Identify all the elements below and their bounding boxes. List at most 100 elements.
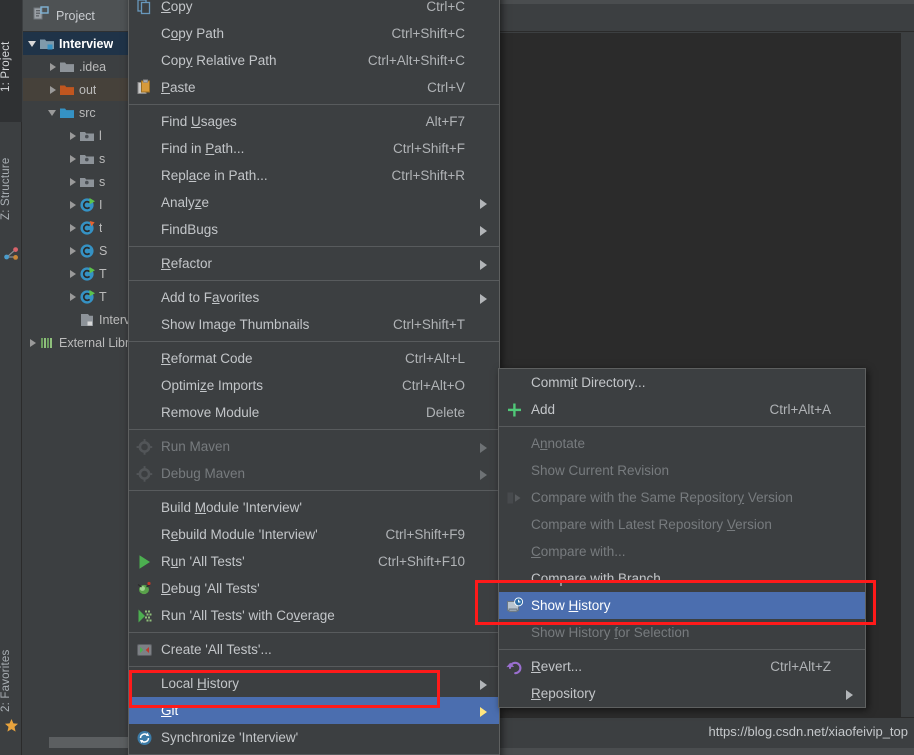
menu-item-run-all-tests-with-coverage[interactable]: Run 'All Tests' with Coverage [129,602,499,629]
add-plus-icon [506,401,523,418]
star-icon [4,718,19,733]
tree-row-label: l [99,128,102,143]
menu-item-show-image-thumbnails[interactable]: Show Image Thumbnails Ctrl+Shift+T [129,311,499,338]
tree-expand-collapse-icon[interactable] [67,199,79,211]
menu-arrow-spacer [845,405,855,415]
menu-item-commit-directory[interactable]: Commit Directory... [499,369,865,396]
tree-row-label: out [79,82,97,97]
menu-item-debug-all-tests[interactable]: Debug 'All Tests' [129,575,499,602]
menu-item-analyze[interactable]: Analyze [129,189,499,216]
project-context-menu[interactable]: Copy Ctrl+C Copy Path Ctrl+Shift+C Copy Rela… [128,0,500,755]
menu-item-label: Replace in Path... [161,168,268,183]
menu-item-label: Copy Path [161,26,225,41]
tree-expand-collapse-icon[interactable] [67,176,79,188]
tree-expand-collapse-icon[interactable] [67,153,79,165]
menu-item-label: Show Image Thumbnails [161,317,310,332]
menu-item-label: Copy [161,0,193,14]
tree-expand-collapse-icon[interactable] [67,268,79,280]
tool-tab-project-label: 1: Project [0,41,12,92]
menu-item-findbugs[interactable]: FindBugs [129,216,499,243]
menu-item-paste[interactable]: Paste Ctrl+V [129,74,499,101]
git-submenu[interactable]: Commit Directory... Add Ctrl+Alt+A Annotate… [498,368,866,708]
menu-arrow-spacer [845,493,855,503]
menu-item-local-history[interactable]: Local History [129,670,499,697]
left-tool-strip: 1: Project Z: Structure 2: Favorites [0,0,22,755]
class-run-icon [79,289,95,305]
menu-item-label: Compare with the Same Repository Version [531,490,793,505]
class-icon [79,243,95,259]
maven-gear-icon [136,438,153,455]
menu-item-compare-with-branch[interactable]: Compare with Branch... [499,565,865,592]
package-icon [79,151,95,167]
menu-item-create-all-tests[interactable]: Create 'All Tests'... [129,636,499,663]
menu-item-label: Debug Maven [161,466,246,481]
package-icon [79,174,95,190]
menu-item-git[interactable]: Git [129,697,499,724]
menu-arrow-spacer [479,320,489,330]
menu-item-rebuild-module-interview[interactable]: Rebuild Module 'Interview' Ctrl+Shift+F9 [129,521,499,548]
menu-item-label: Refactor [161,256,213,271]
tree-expand-collapse-icon[interactable] [67,291,79,303]
tree-expand-collapse-icon[interactable] [67,222,79,234]
menu-item-copy-relative-path[interactable]: Copy Relative Path Ctrl+Alt+Shift+C [129,47,499,74]
package-icon [79,128,95,144]
menu-item-run-all-tests[interactable]: Run 'All Tests' Ctrl+Shift+F10 [129,548,499,575]
menu-item-label: FindBugs [161,222,219,237]
menu-item-build-module-interview[interactable]: Build Module 'Interview' [129,494,499,521]
submenu-arrow-icon [479,706,489,717]
tool-tab-project[interactable]: 1: Project [0,8,22,94]
tool-tab-favorites-label: 2: Favorites [0,649,12,712]
menu-item-revert[interactable]: Revert... Ctrl+Alt+Z [499,653,865,680]
coverage-icon [136,607,153,624]
tree-expand-collapse-icon[interactable] [27,337,39,349]
folder-orange-icon [59,82,75,98]
tree-expand-collapse-icon[interactable] [27,38,39,50]
menu-separator [129,632,499,633]
menu-item-find-usages[interactable]: Find Usages Alt+F7 [129,108,499,135]
menu-item-label: Remove Module [161,405,260,420]
libraries-icon [39,335,55,351]
tree-expand-collapse-icon[interactable] [67,130,79,142]
menu-item-annotate: Annotate [499,430,865,457]
tree-expand-collapse-icon[interactable] [67,245,79,257]
menu-item-label: Copy Relative Path [161,53,277,68]
menu-item-find-in-path[interactable]: Find in Path... Ctrl+Shift+F [129,135,499,162]
revert-icon [506,658,523,675]
tool-tab-structure[interactable]: Z: Structure [0,130,22,222]
menu-item-label: Repository [531,686,596,701]
sync-icon [136,729,153,746]
editor-marker-gutter[interactable] [901,33,914,717]
submenu-arrow-icon [479,198,489,209]
menu-separator [129,341,499,342]
menu-item-label: Run 'All Tests' [161,554,245,569]
menu-item-label: Show History [531,598,611,613]
menu-separator [129,104,499,105]
tree-expand-collapse-icon[interactable] [47,61,59,73]
menu-item-refactor[interactable]: Refactor [129,250,499,277]
menu-item-label: Local History [161,676,240,691]
menu-item-shortcut: Ctrl+Shift+R [391,168,465,183]
menu-arrow-spacer [479,503,489,513]
menu-item-reformat-code[interactable]: Reformat Code Ctrl+Alt+L [129,345,499,372]
module-folder-icon [39,36,55,52]
menu-item-optimize-imports[interactable]: Optimize Imports Ctrl+Alt+O [129,372,499,399]
menu-item-copy[interactable]: Copy Ctrl+C [129,0,499,20]
menu-item-synchronize-interview[interactable]: Synchronize 'Interview' [129,724,499,751]
menu-item-label: Create 'All Tests'... [161,642,272,657]
menu-item-show-history[interactable]: Show History [499,592,865,619]
menu-item-copy-path[interactable]: Copy Path Ctrl+Shift+C [129,20,499,47]
tool-tab-favorites[interactable]: 2: Favorites [0,628,22,714]
tree-expand-collapse-icon[interactable] [47,107,59,119]
menu-item-remove-module[interactable]: Remove Module Delete [129,399,499,426]
menu-item-replace-in-path[interactable]: Replace in Path... Ctrl+Shift+R [129,162,499,189]
menu-item-shortcut: Ctrl+Alt+Z [770,659,831,674]
submenu-arrow-icon [479,469,489,480]
menu-item-repository[interactable]: Repository [499,680,865,707]
menu-item-add[interactable]: Add Ctrl+Alt+A [499,396,865,423]
menu-item-label: Annotate [531,436,586,451]
menu-arrow-spacer [479,611,489,621]
menu-item-add-to-favorites[interactable]: Add to Favorites [129,284,499,311]
tree-row-label: s [99,174,106,189]
menu-arrow-spacer [845,601,855,611]
tree-expand-collapse-icon[interactable] [47,84,59,96]
